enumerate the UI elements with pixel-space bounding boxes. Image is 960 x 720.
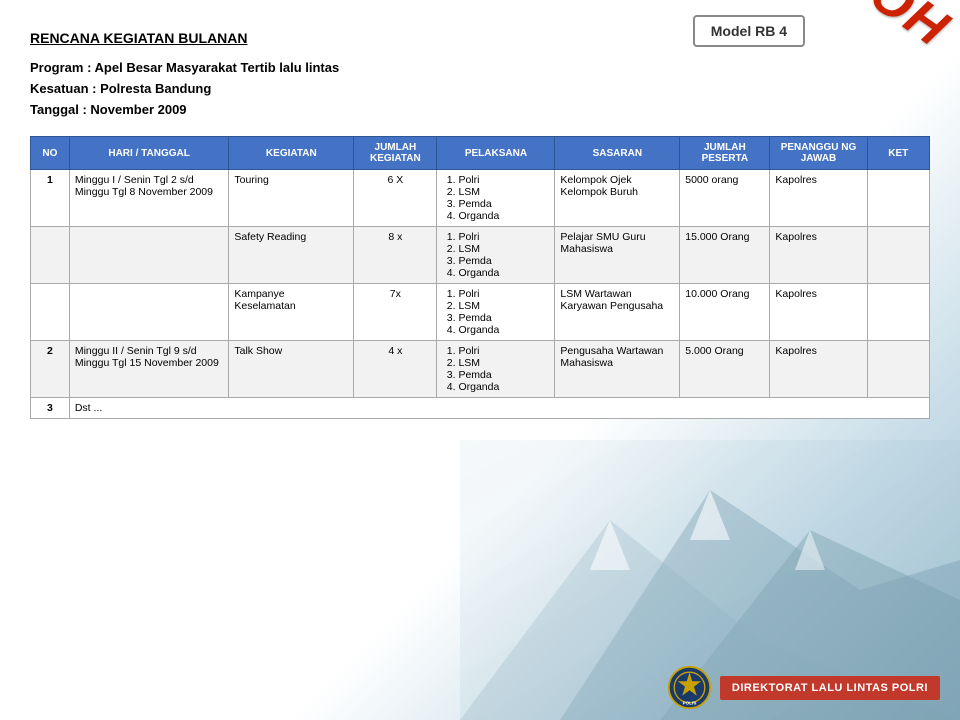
table-row-kegiatan: Talk Show [229,341,354,398]
list-item: Pemda [458,198,549,210]
main-table: NO HARI / TANGGAL KEGIATAN JUMLAH KEGIAT… [30,136,930,419]
table-row-penanggung-jawab: Kapolres [770,284,867,341]
col-jumlah-peserta: JUMLAH PESERTA [680,137,770,170]
table-row-jumlah: 7x [354,284,437,341]
table-row-sasaran: LSM Wartawan Karyawan Pengusaha [555,284,680,341]
list-item: Pemda [458,369,549,381]
footer-text: DIREKTORAT LALU LINTAS POLRI [720,676,940,700]
list-item: Polri [458,174,549,186]
table-row-penanggung-jawab: Kapolres [770,341,867,398]
table-row-kegiatan: Touring [229,170,354,227]
list-item: Organda [458,381,549,393]
table-row-jumlah: 6 X [354,170,437,227]
main-content: RENCANA KEGIATAN BULANAN Program : Apel … [0,0,960,429]
table-row-penanggung-jawab: Kapolres [770,170,867,227]
table-row-no: 3 [31,398,70,419]
table-row-dst: Dst ... [69,398,929,419]
col-hari: HARI / TANGGAL [69,137,229,170]
list-item: LSM [458,357,549,369]
table-row-sasaran: Pelajar SMU Guru Mahasiswa [555,227,680,284]
table-row-ket [867,284,929,341]
tanggal-line: Tanggal : November 2009 [30,100,930,121]
table-row-sasaran: Kelompok Ojek Kelompok Buruh [555,170,680,227]
col-no: NO [31,137,70,170]
list-item: Organda [458,267,549,279]
header-info: Program : Apel Besar Masyarakat Tertib l… [30,58,930,120]
list-item: Polri [458,288,549,300]
list-item: Organda [458,324,549,336]
col-pelaksana: PELAKSANA [437,137,555,170]
table-row-pelaksana: PolriLSMPemdaOrganda [437,170,555,227]
table-row-kegiatan: Safety Reading [229,227,354,284]
table-row-jumlah-peserta: 5000 orang [680,170,770,227]
list-item: LSM [458,186,549,198]
table-row-hari [69,227,229,284]
table-row-jumlah: 4 x [354,341,437,398]
table-row-hari: Minggu I / Senin Tgl 2 s/d Minggu Tgl 8 … [69,170,229,227]
program-line: Program : Apel Besar Masyarakat Tertib l… [30,58,930,79]
footer: POLRI DIREKTORAT LALU LINTAS POLRI [667,665,940,710]
table-row-ket [867,170,929,227]
col-jumlah-kegiatan: JUMLAH KEGIATAN [354,137,437,170]
table-row-hari [69,284,229,341]
col-sasaran: SASARAN [555,137,680,170]
table-row-no [31,227,70,284]
polri-logo: POLRI [667,665,712,710]
col-kegiatan: KEGIATAN [229,137,354,170]
table-row-penanggung-jawab: Kapolres [770,227,867,284]
list-item: Pemda [458,255,549,267]
table-row-ket [867,227,929,284]
list-item: Organda [458,210,549,222]
table-row-pelaksana: PolriLSMPemdaOrganda [437,284,555,341]
list-item: LSM [458,243,549,255]
col-ket: KET [867,137,929,170]
table-row-no: 1 [31,170,70,227]
list-item: Polri [458,231,549,243]
list-item: LSM [458,300,549,312]
model-box: Model RB 4 [693,15,805,47]
table-row-ket [867,341,929,398]
table-row-jumlah-peserta: 15.000 Orang [680,227,770,284]
list-item: Polri [458,345,549,357]
table-row-kegiatan: Kampanye Keselamatan [229,284,354,341]
table-row-hari: Minggu II / Senin Tgl 9 s/d Minggu Tgl 1… [69,341,229,398]
table-row-pelaksana: PolriLSMPemdaOrganda [437,227,555,284]
table-row-pelaksana: PolriLSMPemdaOrganda [437,341,555,398]
table-row-no [31,284,70,341]
col-penanggung-jawab: PENANGGU NG JAWAB [770,137,867,170]
svg-text:POLRI: POLRI [683,701,697,706]
table-row-sasaran: Pengusaha Wartawan Mahasiswa [555,341,680,398]
table-row-no: 2 [31,341,70,398]
kesatuan-line: Kesatuan : Polresta Bandung [30,79,930,100]
table-row-jumlah: 8 x [354,227,437,284]
table-row-jumlah-peserta: 10.000 Orang [680,284,770,341]
table-row-jumlah-peserta: 5.000 Orang [680,341,770,398]
list-item: Pemda [458,312,549,324]
